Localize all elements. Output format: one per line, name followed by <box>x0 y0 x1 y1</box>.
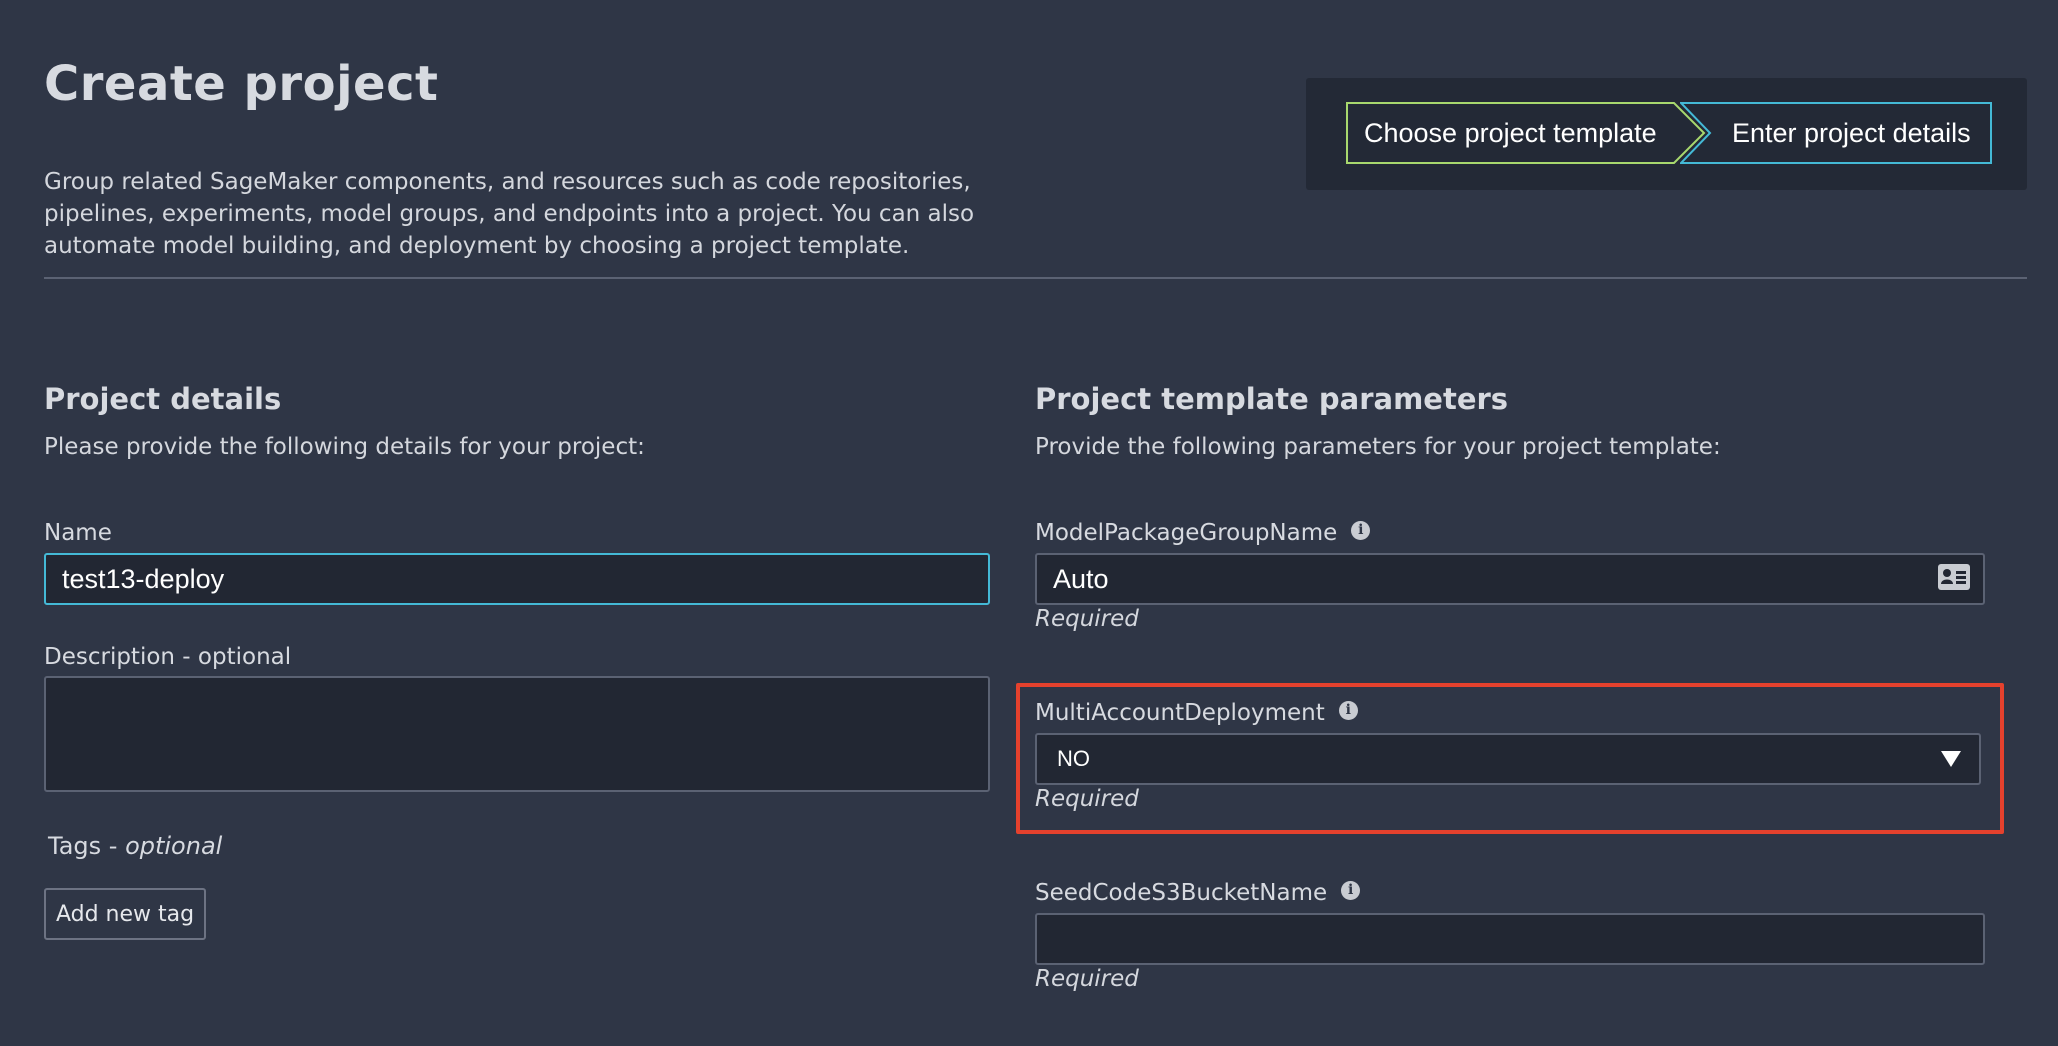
step-enter-details-label: Enter project details <box>1732 117 1971 148</box>
tags-label-text: Tags - <box>48 832 126 860</box>
step-choose-template-label: Choose project template <box>1364 117 1657 148</box>
description-label: Description - optional <box>44 644 292 670</box>
info-icon[interactable]: i <box>1341 880 1361 900</box>
multi-account-deployment-required: Required <box>1035 786 1139 812</box>
page-description: Group related SageMaker components, and … <box>44 169 975 259</box>
multi-account-deployment-label-text: MultiAccountDeployment <box>1035 700 1325 726</box>
seed-code-s3-bucket-name-label-text: SeedCodeS3BucketName <box>1035 880 1328 906</box>
project-details-subtitle: Please provide the following details for… <box>44 434 645 460</box>
tags-label: Tags - optional <box>48 832 222 860</box>
model-package-group-name-input[interactable] <box>1035 553 1985 605</box>
seed-code-s3-bucket-name-input[interactable] <box>1035 913 1985 965</box>
add-new-tag-button[interactable]: Add new tag <box>44 888 206 940</box>
header-divider <box>44 277 2027 279</box>
template-params-title: Project template parameters <box>1035 382 1509 416</box>
multi-account-deployment-value: NO <box>1057 746 1090 771</box>
multi-account-deployment-select[interactable]: NO <box>1035 733 1981 785</box>
name-input[interactable] <box>44 553 990 605</box>
page-title: Create project <box>44 56 439 112</box>
caret-down-icon <box>1941 751 1961 767</box>
contact-card-icon[interactable] <box>1937 563 1971 591</box>
wizard-stepper: Choose project template Enter project de… <box>1306 78 2027 190</box>
name-label: Name <box>44 520 112 546</box>
model-package-group-name-required: Required <box>1035 606 1139 632</box>
info-icon[interactable]: i <box>1351 520 1371 540</box>
description-textarea[interactable] <box>44 676 990 792</box>
step-enter-details[interactable]: Enter project details <box>1680 102 1992 164</box>
tags-optional-text: optional <box>125 832 223 860</box>
multi-account-deployment-label: MultiAccountDeployment i <box>1035 700 1358 726</box>
info-icon[interactable]: i <box>1338 700 1358 720</box>
model-package-group-name-label: ModelPackageGroupName i <box>1035 520 1371 546</box>
seed-code-s3-bucket-name-required: Required <box>1035 966 1139 992</box>
model-package-group-name-field <box>1035 553 1985 605</box>
project-details-title: Project details <box>44 382 282 416</box>
seed-code-s3-bucket-name-label: SeedCodeS3BucketName i <box>1035 880 1361 906</box>
template-params-subtitle: Provide the following parameters for you… <box>1035 434 1721 460</box>
step-choose-template[interactable]: Choose project template <box>1346 102 1706 164</box>
model-package-group-name-label-text: ModelPackageGroupName <box>1035 520 1338 546</box>
